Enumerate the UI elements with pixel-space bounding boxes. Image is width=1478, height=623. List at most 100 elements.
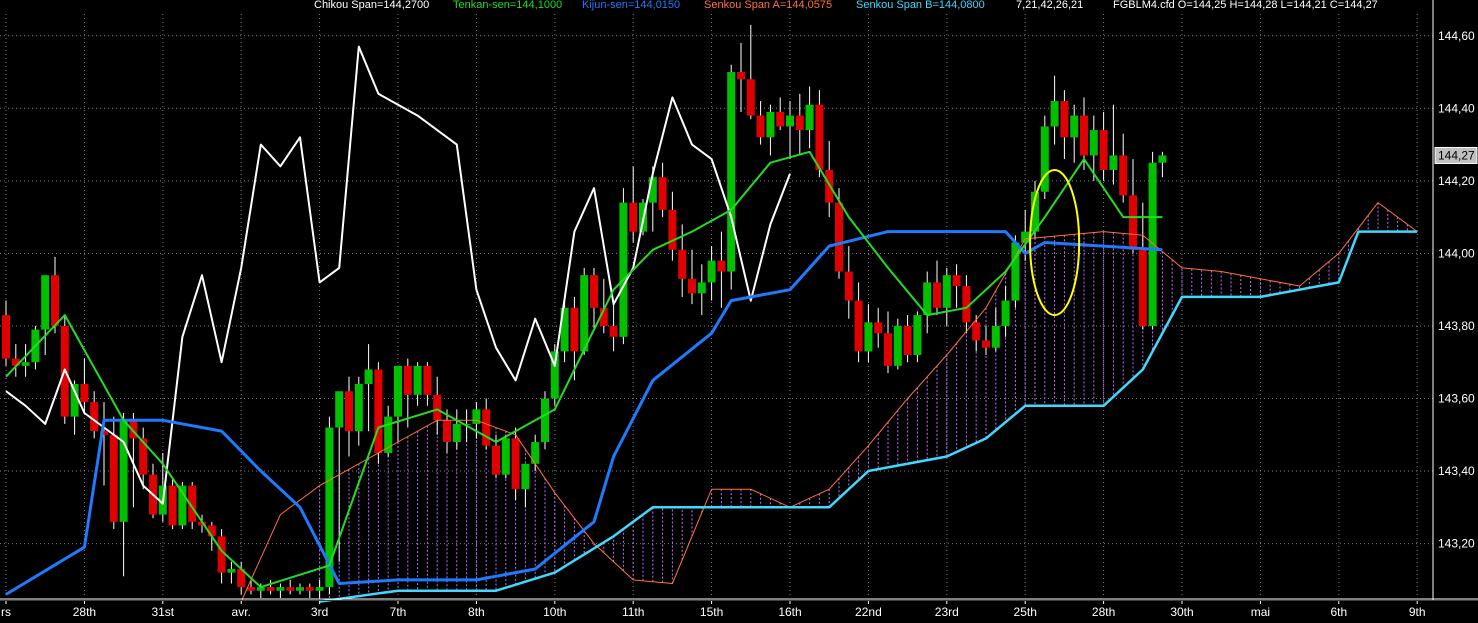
candle-down (874, 322, 883, 334)
candle-down (570, 307, 579, 352)
time-tick-label: 3rd (311, 605, 328, 619)
candle-up (991, 325, 1000, 348)
candle-up (1089, 130, 1098, 156)
candle-down (1129, 195, 1137, 250)
price-tick-label: 143,60 (1438, 391, 1475, 405)
time-tick-label: 10th (543, 605, 566, 619)
candle-up (501, 438, 510, 475)
candle-up (541, 398, 549, 443)
price-tick-label: 144,40 (1438, 101, 1475, 115)
candle-up (727, 72, 736, 272)
candle-down (590, 275, 598, 308)
candle-up (119, 420, 128, 522)
time-tick-label: 7th (390, 605, 407, 619)
candle-up (21, 362, 30, 366)
price-tick-label: 144,60 (1438, 29, 1475, 43)
candle-up (1001, 300, 1010, 326)
time-tick-label: 28th (1092, 605, 1115, 619)
price-axis: 143,20 143,40 143,60 143,80 144,00 144,20 144,… (1432, 0, 1478, 600)
candle-down (286, 587, 295, 591)
candle-down (952, 275, 961, 287)
time-tick-label: rs (1, 605, 11, 619)
candle-down (1138, 249, 1147, 326)
candle-up (1070, 115, 1079, 138)
candle-down (933, 282, 941, 308)
candle-up (364, 369, 373, 384)
candle-up (315, 587, 324, 591)
time-tick-label: 22nd (855, 605, 882, 619)
candle-down (109, 434, 118, 522)
candle-down (2, 315, 10, 359)
candle-down (305, 587, 314, 591)
time-tick-label: 6th (1330, 605, 1347, 619)
time-axis-shadow (0, 600, 1478, 601)
time-tick-label: 31st (151, 605, 174, 619)
candle-up (1109, 155, 1118, 170)
candle-up (354, 383, 363, 432)
candle-up (413, 365, 422, 395)
time-tick-label: 16th (778, 605, 801, 619)
candle-down (443, 420, 451, 443)
time-tick-label: 11th (622, 605, 644, 619)
candle-down (51, 275, 59, 326)
candle-down (678, 249, 687, 279)
candle-down (247, 587, 255, 591)
candle-down (688, 278, 696, 294)
price-tick-label: 143,80 (1438, 319, 1475, 333)
candle-down (776, 111, 785, 127)
candle-down (168, 485, 177, 526)
candle-down (511, 438, 520, 490)
time-tick-label: mai (1251, 605, 1270, 619)
candle-down (903, 325, 912, 355)
candle-down (982, 340, 990, 348)
candle-down (433, 394, 442, 421)
price-tick-label: 144,20 (1438, 174, 1475, 188)
candle-down (1119, 155, 1128, 196)
candle-up (913, 315, 922, 355)
candle-down (972, 322, 981, 341)
candle-up (276, 587, 285, 591)
candle-down (668, 209, 677, 250)
candle-down (1080, 115, 1088, 156)
candle-down (403, 365, 412, 395)
candle-up (805, 104, 814, 131)
candle-up (1050, 101, 1059, 127)
candle-down (746, 79, 755, 116)
price-tick-label: 143,40 (1438, 464, 1475, 478)
time-tick-label: 28th (73, 605, 96, 619)
candle-down (482, 409, 491, 446)
time-tick-label: 9th (1409, 605, 1426, 619)
candle-up (394, 365, 402, 417)
candle-down (90, 402, 99, 432)
time-tick-label: 8th (468, 605, 485, 619)
chart-grid (0, 14, 1433, 598)
candle-up (707, 260, 716, 283)
candle-up (41, 275, 50, 330)
candle-up (619, 202, 628, 337)
candle-up (521, 463, 530, 490)
candle-down (423, 365, 432, 395)
price-tick-label: 143,20 (1438, 537, 1475, 551)
candle-up (1158, 155, 1167, 163)
candle-down (884, 333, 892, 366)
candle-up (786, 115, 794, 127)
candle-down (266, 587, 275, 591)
candle-up (1148, 162, 1157, 326)
candle-down (795, 115, 804, 131)
time-tick-label: avr. (232, 605, 251, 619)
candle-up (335, 391, 344, 428)
candle-up (766, 111, 775, 138)
candle-down (717, 260, 726, 272)
time-tick-label: 23rd (935, 605, 959, 619)
candle-down (609, 325, 618, 337)
candle-up (893, 325, 902, 366)
candle-down (658, 177, 667, 210)
candle-up (697, 282, 706, 294)
candle-down (374, 369, 383, 453)
candle-up (227, 568, 236, 573)
candle-down (629, 202, 638, 232)
candlestick-series (2, 24, 1167, 598)
ichimoku-chart[interactable]: 143,20 143,40 143,60 143,80 144,00 144,20 144,… (0, 0, 1478, 623)
candle-down (756, 115, 765, 138)
candle-down (345, 391, 353, 432)
